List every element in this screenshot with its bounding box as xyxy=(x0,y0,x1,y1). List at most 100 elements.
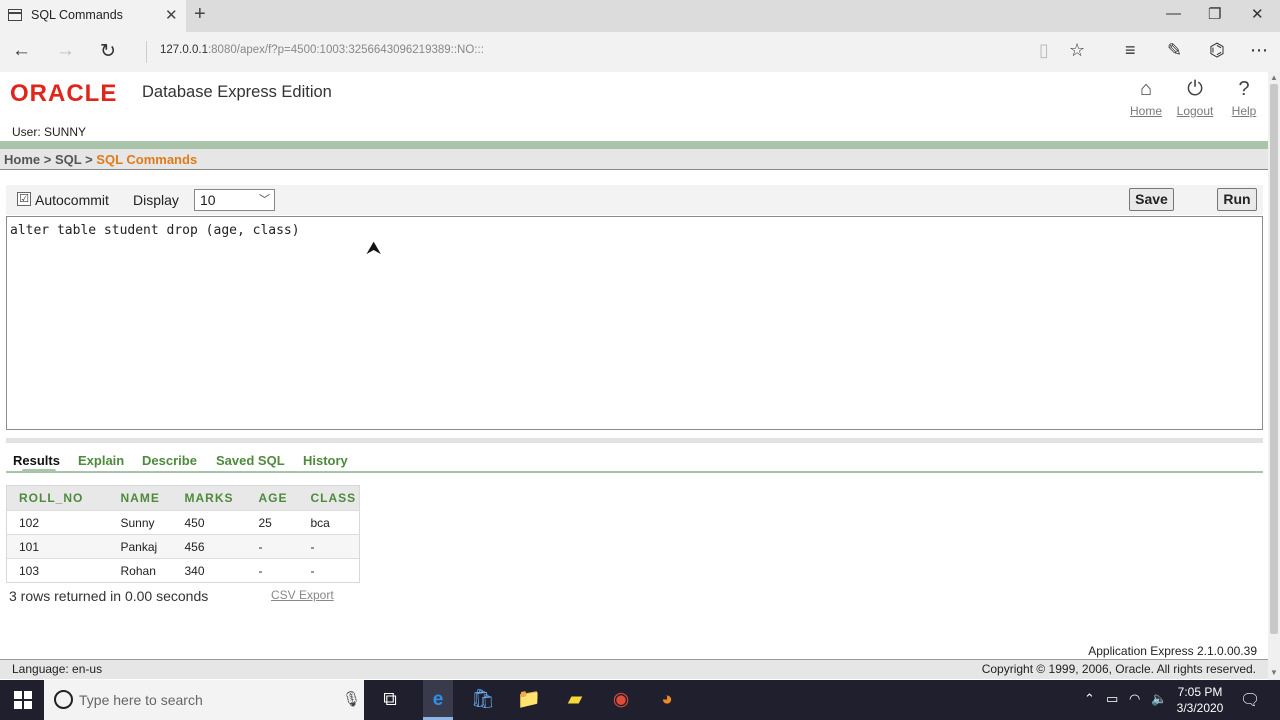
more-icon[interactable]: ⋯ xyxy=(1250,40,1268,61)
task-view-icon[interactable]: ⧉ xyxy=(378,688,402,712)
close-window-button[interactable]: ✕ xyxy=(1251,5,1264,23)
table-row: 102 Sunny 450 25 bca xyxy=(6,510,360,535)
share-icon[interactable]: ⌬ xyxy=(1209,40,1225,61)
header-help-link[interactable]: ? Help xyxy=(1219,78,1269,118)
forward-button[interactable]: → xyxy=(56,40,75,62)
page-footer: Language: en-us Copyright © 1999, 2006, … xyxy=(0,659,1268,679)
header-logout-link[interactable]: ⏻ Logout xyxy=(1170,78,1220,118)
minimize-window-button[interactable]: — xyxy=(1166,5,1181,22)
table-cell: Rohan xyxy=(108,558,173,583)
tab-describe[interactable]: Describe xyxy=(142,453,197,468)
logout-link-label: Logout xyxy=(1176,104,1214,118)
address-host: 127.0.0.1 xyxy=(160,44,208,56)
oracle-logo: ORACLE xyxy=(10,80,118,107)
language-label: Language: en-us xyxy=(12,662,103,676)
column-header: AGE xyxy=(246,485,299,511)
clock-time: 7:05 PM xyxy=(1177,685,1223,699)
browser-tab-sql-commands[interactable]: SQL Commands ✕ xyxy=(0,0,186,32)
display-label: Display xyxy=(133,192,179,208)
table-cell: - xyxy=(246,534,299,559)
table-cell: Pankaj xyxy=(108,534,173,559)
address-bar[interactable]: 127.0.0.1:8080/apex/f?p=4500:1003:325664… xyxy=(160,44,484,56)
microphone-icon[interactable]: 🎙 xyxy=(342,690,361,708)
power-icon: ⏻ xyxy=(1187,78,1203,100)
tab-saved-sql[interactable]: Saved SQL xyxy=(216,453,285,468)
tab-explain[interactable]: Explain xyxy=(78,453,124,468)
csv-export-link[interactable]: CSV Export xyxy=(271,588,334,602)
column-header: CLASS xyxy=(298,485,360,511)
table-cell: 340 xyxy=(172,558,247,583)
results-table: ROLL_NO NAME MARKS AGE CLASS 102 Sunny 4… xyxy=(6,485,360,583)
breadcrumb-home[interactable]: Home xyxy=(4,152,40,167)
address-path: :8080/apex/f?p=4500:1003:325664309621938… xyxy=(207,44,484,56)
home-link-label: Home xyxy=(1129,104,1162,118)
edge-browser-icon[interactable]: e xyxy=(426,688,450,712)
table-cell: - xyxy=(298,558,360,583)
table-cell: - xyxy=(298,534,360,559)
scroll-down-icon[interactable]: ▼ xyxy=(1270,668,1278,677)
save-button[interactable]: Save xyxy=(1129,188,1174,211)
restore-window-button[interactable]: ❐ xyxy=(1208,5,1221,23)
taskbar-clock[interactable]: 7:05 PM 3/3/2020 xyxy=(1170,684,1230,716)
table-row: 101 Pankaj 456 - - xyxy=(6,534,360,559)
show-hidden-icons-icon[interactable]: ⌃ xyxy=(1084,691,1095,707)
chevron-down-icon: ﹀ xyxy=(259,194,270,206)
sql-toolbar: ☑ Autocommit Display 10 ﹀ Save Run xyxy=(6,185,1263,215)
store-icon[interactable]: 🛍 xyxy=(471,688,495,712)
breadcrumb: Home > SQL > SQL Commands xyxy=(0,149,1268,170)
firefox-icon[interactable]: ◕ xyxy=(655,688,679,712)
file-explorer-icon[interactable]: 📁 xyxy=(517,688,541,712)
current-user: User: SUNNY xyxy=(12,125,87,139)
battery-icon[interactable]: ▭ xyxy=(1106,691,1118,707)
header-home-link[interactable]: ⌂ Home xyxy=(1121,78,1171,118)
oracle-apex-page: ORACLE Database Express Edition User: SU… xyxy=(0,72,1268,680)
app-version: Application Express 2.1.0.00.39 xyxy=(1088,644,1257,658)
product-name: Database Express Edition xyxy=(142,83,332,101)
tab-results[interactable]: Results xyxy=(13,453,60,468)
windows-start-button[interactable] xyxy=(14,691,32,709)
taskbar-search-box[interactable]: Type here to search 🎙 xyxy=(44,680,364,720)
star-icon[interactable]: ☆ xyxy=(1069,40,1085,61)
refresh-button[interactable]: ↻ xyxy=(100,40,116,63)
page-icon xyxy=(8,9,22,21)
reading-view-icon[interactable]: ▯ xyxy=(1039,40,1049,61)
help-icon: ? xyxy=(1238,78,1250,100)
network-icon[interactable]: ◠ xyxy=(1129,691,1140,707)
header-rule xyxy=(0,141,1268,149)
new-tab-button[interactable]: + xyxy=(194,3,206,26)
mouse-pointer-icon: ⮝ xyxy=(366,238,382,258)
browser-tab-title: SQL Commands xyxy=(31,8,123,22)
table-cell: 456 xyxy=(172,534,247,559)
autocommit-label: Autocommit xyxy=(35,192,109,208)
autocommit-checkbox[interactable]: ☑ xyxy=(17,192,31,206)
sticky-notes-icon[interactable]: ▰ xyxy=(563,688,587,712)
breadcrumb-separator: > xyxy=(40,152,55,167)
tab-history[interactable]: History xyxy=(303,453,348,468)
editor-divider[interactable] xyxy=(6,438,1263,443)
close-tab-icon[interactable]: ✕ xyxy=(165,6,178,24)
action-center-icon[interactable]: 🗨 xyxy=(1240,690,1260,710)
pen-icon[interactable]: ✎ xyxy=(1167,40,1182,61)
volume-icon[interactable]: 🔈 xyxy=(1151,691,1167,707)
home-icon: ⌂ xyxy=(1139,78,1153,100)
run-button[interactable]: Run xyxy=(1217,188,1257,211)
address-separator xyxy=(146,41,147,63)
table-cell: 101 xyxy=(6,534,109,559)
scrollbar-thumb[interactable] xyxy=(1270,84,1278,634)
table-cell: Sunny xyxy=(108,510,173,535)
scroll-up-icon[interactable]: ▲ xyxy=(1270,73,1278,82)
column-header: MARKS xyxy=(172,485,247,511)
breadcrumb-sql[interactable]: SQL xyxy=(55,152,82,167)
table-cell: bca xyxy=(298,510,360,535)
table-header-row: ROLL_NO NAME MARKS AGE CLASS xyxy=(6,485,360,511)
breadcrumb-separator: > xyxy=(81,152,97,167)
table-cell: 25 xyxy=(246,510,299,535)
breadcrumb-current: SQL Commands xyxy=(96,152,198,167)
hub-icon[interactable]: ≡ xyxy=(1125,40,1136,61)
sql-command-textarea[interactable]: alter table student drop (age, class) xyxy=(6,216,1263,430)
table-row: 103 Rohan 340 - - xyxy=(6,558,360,583)
display-rows-select[interactable]: 10 ﹀ xyxy=(194,189,275,211)
back-button[interactable]: ← xyxy=(12,40,31,62)
windows-taskbar: Type here to search 🎙 ⧉ e 🛍 📁 ▰ ◉ ◕ ⌃ ▭ … xyxy=(0,680,1280,720)
chrome-icon[interactable]: ◉ xyxy=(609,688,633,712)
